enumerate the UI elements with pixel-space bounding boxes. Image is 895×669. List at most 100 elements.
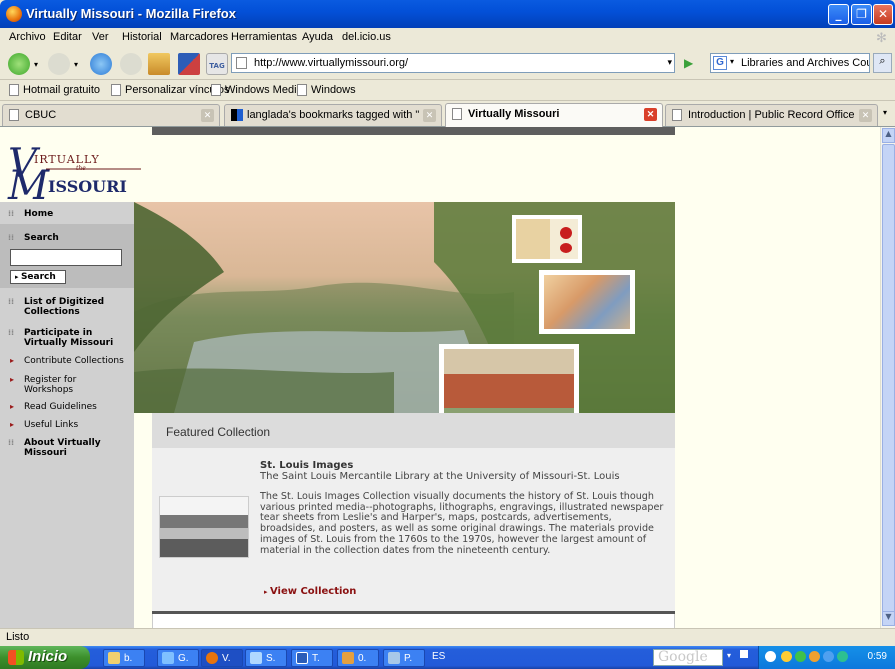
- arrow-icon: ▸: [10, 375, 15, 384]
- status-text: Listo: [6, 631, 30, 643]
- top-stripe: [152, 127, 675, 135]
- page-icon: [672, 109, 682, 121]
- maximize-button[interactable]: ❐: [851, 4, 872, 25]
- deskbar-dropdown-icon[interactable]: ▾: [727, 651, 731, 660]
- close-button[interactable]: ✕: [873, 4, 893, 25]
- bookmark-hotmail[interactable]: Hotmail gratuito: [9, 84, 100, 96]
- menu-marcadores[interactable]: Marcadores: [170, 31, 228, 43]
- forward-history-icon[interactable]: ▾: [74, 60, 78, 69]
- start-label: Inicio: [28, 648, 68, 665]
- menu-archivo[interactable]: Archivo: [9, 31, 46, 43]
- tab-close-icon[interactable]: ✕: [201, 109, 214, 122]
- messenger-icon[interactable]: [809, 651, 820, 662]
- language-indicator[interactable]: ES: [432, 651, 445, 662]
- search-input[interactable]: G ▾ Libraries and Archives Council,: [710, 53, 870, 73]
- taskbar-item-s[interactable]: S.: [245, 649, 287, 667]
- taskbar-item-word[interactable]: T.: [291, 649, 333, 667]
- thumbnail-building[interactable]: [439, 344, 579, 413]
- start-button[interactable]: Inicio: [0, 646, 90, 669]
- tab-virtually-missouri[interactable]: Virtually Missouri ✕: [445, 103, 663, 127]
- back-arrow-icon[interactable]: [765, 651, 776, 662]
- delicious-icon: [231, 109, 243, 121]
- menu-historial[interactable]: Historial: [122, 31, 162, 43]
- title-bar: Virtually Missouri - Mozilla Firefox _ ❐…: [0, 0, 895, 28]
- thumbnail-document[interactable]: [512, 215, 582, 263]
- featured-title[interactable]: St. Louis Images: [260, 460, 353, 471]
- menu-ver[interactable]: Ver: [92, 31, 109, 43]
- go-icon[interactable]: ▶: [684, 56, 693, 70]
- reload-icon[interactable]: [90, 53, 112, 75]
- scrollbar-thumb[interactable]: [882, 144, 895, 626]
- taskbar-item-label: 0.: [358, 652, 367, 664]
- featured-description: The St. Louis Images Collection visually…: [260, 491, 664, 556]
- back-history-icon[interactable]: ▾: [34, 60, 38, 69]
- sidebar-item-label: Participate in Virtually Missouri: [24, 328, 114, 348]
- bookmark-label: Windows: [311, 84, 356, 96]
- search-text: Libraries and Archives Council,: [741, 57, 869, 69]
- tab-langlada[interactable]: langlada's bookmarks tagged with "cas...…: [224, 104, 442, 126]
- update-icon[interactable]: [837, 651, 848, 662]
- bookmarks-icon[interactable]: [178, 53, 200, 75]
- url-bar[interactable]: http://www.virtuallymissouri.org/ ▾: [231, 53, 675, 73]
- taskbar-item-folder[interactable]: b.: [103, 649, 145, 667]
- arrow-icon: ▸: [10, 402, 15, 411]
- page-icon: [9, 109, 19, 121]
- search-go-icon[interactable]: ⌕: [873, 53, 892, 73]
- sidebar-item-label: Register for Workshops: [24, 375, 77, 395]
- taskbar-item-ie[interactable]: G.: [157, 649, 199, 667]
- tab-bar: CBUC ✕ langlada's bookmarks tagged with …: [0, 101, 895, 127]
- sidebar-item-label: About Virtually Missouri: [24, 438, 101, 458]
- grid-bullet-icon: ⁞⁞: [8, 297, 15, 306]
- tab-close-icon[interactable]: ✕: [644, 108, 657, 121]
- tab-close-icon[interactable]: ✕: [423, 109, 436, 122]
- grid-bullet-icon: ⁞⁞: [8, 438, 15, 447]
- site-search-button[interactable]: ▸ Search: [10, 270, 66, 284]
- scroll-down-icon[interactable]: ▼: [882, 611, 895, 626]
- security-icon[interactable]: [823, 651, 834, 662]
- arrow-icon: ▸: [10, 356, 15, 365]
- logo-m-glyph: M: [7, 163, 50, 199]
- volume-icon[interactable]: [781, 651, 792, 662]
- stop-icon[interactable]: [120, 53, 142, 75]
- menu-delicious[interactable]: del.icio.us: [342, 31, 391, 43]
- deskbar-options-icon[interactable]: [740, 650, 748, 658]
- clock: 0:59: [867, 651, 887, 662]
- menu-herramientas[interactable]: Herramientas: [231, 31, 297, 43]
- taskbar-item-label: b.: [124, 652, 133, 664]
- taskbar-item-label: V.: [222, 652, 231, 664]
- scroll-up-icon[interactable]: ▲: [882, 128, 895, 143]
- taskbar-item-p[interactable]: P.: [383, 649, 425, 667]
- tab-list-icon[interactable]: ▾: [883, 108, 887, 117]
- forward-icon[interactable]: [48, 53, 70, 75]
- menu-ayuda[interactable]: Ayuda: [302, 31, 333, 43]
- featured-collection-image[interactable]: [159, 496, 249, 558]
- google-deskbar[interactable]: Google: [653, 649, 723, 666]
- taskbar-item-0[interactable]: 0.: [337, 649, 379, 667]
- tag-icon[interactable]: TAG: [206, 53, 228, 75]
- minimize-button[interactable]: _: [828, 4, 849, 25]
- sidebar-item-label: Read Guidelines: [24, 402, 97, 412]
- network-icon[interactable]: [795, 651, 806, 662]
- home-icon[interactable]: [148, 53, 170, 75]
- bookmark-windows-media[interactable]: Windows Media: [211, 84, 303, 96]
- view-collection-link[interactable]: ▸ View Collection: [264, 586, 356, 597]
- page-content: V M IRTUALLY the ISSOURI ⁞⁞ Home ⁞⁞ Search…: [0, 127, 880, 628]
- taskbar-item-firefox[interactable]: V.: [201, 649, 243, 667]
- featured-heading: Featured Collection: [166, 425, 271, 439]
- windows-logo-icon: [8, 650, 24, 665]
- google-engine-icon[interactable]: G: [713, 56, 727, 70]
- bookmark-windows[interactable]: Windows: [297, 84, 356, 96]
- vertical-scrollbar[interactable]: ▲ ▼: [880, 127, 895, 628]
- thumbnail-painting[interactable]: [539, 270, 635, 334]
- taskbar-item-label: G.: [178, 652, 189, 664]
- site-logo[interactable]: V M IRTUALLY the ISSOURI: [6, 137, 146, 209]
- url-dropdown-icon[interactable]: ▾: [667, 57, 672, 68]
- engine-dropdown-icon[interactable]: ▾: [730, 57, 734, 66]
- tab-public-record-office[interactable]: Introduction | Public Record Office of .…: [665, 104, 878, 126]
- site-search-input[interactable]: [10, 249, 122, 266]
- tab-close-icon[interactable]: ✕: [859, 109, 872, 122]
- sidebar-item-label: Home: [24, 209, 54, 219]
- back-icon[interactable]: [8, 53, 30, 75]
- tab-cbuc[interactable]: CBUC ✕: [2, 104, 220, 126]
- menu-editar[interactable]: Editar: [53, 31, 82, 43]
